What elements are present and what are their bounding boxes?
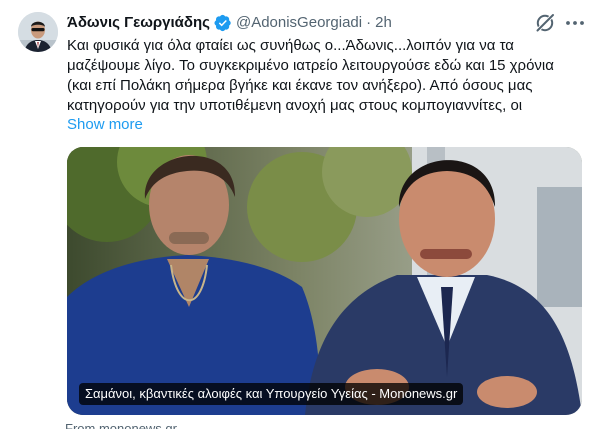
tweet-text: Και φυσικά για όλα φταίει ως συνήθως ο..… [67,36,589,116]
more-dots-icon[interactable] [563,11,587,35]
grok-icon[interactable] [533,11,557,35]
tweet-header: Άδωνις Γεωργιάδης @AdonisGeorgiadi · 2h [67,12,392,34]
tweet-text-line: μαζέψουμε λίγο. Το συγκεκριμένο ιατρείο … [67,57,554,74]
separator-dot: · [366,14,372,31]
timestamp[interactable]: 2h [375,13,392,33]
tweet-text-line: (και επί Πολάκη σήμερα βγήκε και έκανε τ… [67,77,533,94]
author-name[interactable]: Άδωνις Γεωργιάδης [67,13,210,33]
avatar[interactable] [18,12,58,52]
card-source[interactable]: From mononews.gr [65,421,177,429]
show-more-link[interactable]: Show more [67,115,143,135]
author-handle[interactable]: @AdonisGeorgiadi [236,13,362,33]
link-card[interactable]: Σαμάνοι, κβαντικές αλοιφές και Υπουργείο… [67,147,582,415]
card-image [67,147,582,415]
verified-badge-icon[interactable] [214,14,232,32]
tweet-text-line: κατηγορούν για την υποτιθέμενη ανοχή μας… [67,97,523,114]
tweet-text-line: Και φυσικά για όλα φταίει ως συνήθως ο..… [67,37,514,54]
tweet[interactable]: Άδωνις Γεωργιάδης @AdonisGeorgiadi · 2h … [0,0,605,429]
card-caption: Σαμάνοι, κβαντικές αλοιφές και Υπουργείο… [79,383,464,405]
avatar-photo [18,12,58,52]
